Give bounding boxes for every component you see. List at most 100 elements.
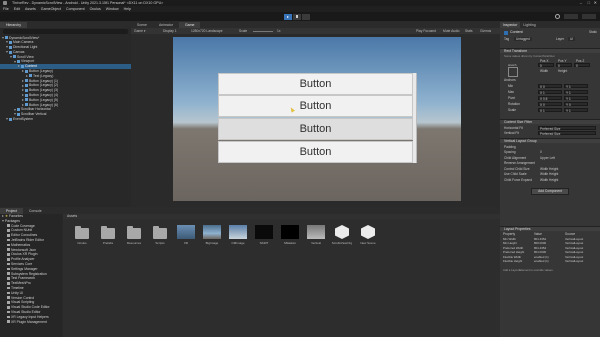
- asset-item[interactable]: Prefabs: [97, 225, 119, 245]
- stats-toggle[interactable]: Stats: [465, 29, 473, 33]
- asset-item[interactable]: BigImage: [201, 225, 223, 245]
- active-checkbox[interactable]: [504, 31, 508, 35]
- expand-icon[interactable]: [22, 98, 24, 101]
- image-thumbnail-icon: [177, 225, 195, 239]
- layout-props-title: Layout Properties: [504, 226, 531, 231]
- asset-item[interactable]: XR: [175, 225, 197, 245]
- asset-item[interactable]: ScrollsViewOrg: [331, 225, 353, 245]
- rect-field-x[interactable]: X 0.5: [538, 96, 562, 101]
- scale-slider[interactable]: [253, 30, 273, 32]
- game-button-2[interactable]: Button: [218, 95, 413, 117]
- rect-field-y[interactable]: Y 1: [564, 96, 588, 101]
- expand-icon[interactable]: [22, 103, 24, 106]
- hierarchy-item-label: Button (Legacy) (5): [29, 97, 59, 102]
- vlg-row-value[interactable]: Width Height: [540, 167, 558, 171]
- asset-item[interactable]: OMImage: [227, 225, 249, 245]
- menu-window[interactable]: Window: [106, 7, 119, 11]
- rect-field-y[interactable]: Y 1: [564, 84, 588, 89]
- asset-item[interactable]: New Scene: [357, 225, 379, 245]
- rect-field-x[interactable]: X 0: [538, 102, 562, 107]
- asset-item[interactable]: Resources: [123, 225, 145, 245]
- expand-icon[interactable]: [6, 46, 8, 49]
- asset-item[interactable]: Oculus: [71, 225, 93, 245]
- expand-icon[interactable]: [14, 60, 16, 63]
- image-thumbnail-icon: [255, 225, 273, 239]
- expand-icon[interactable]: [22, 94, 24, 97]
- rect-field-y[interactable]: Y 1: [564, 90, 588, 95]
- expand-icon[interactable]: [22, 84, 24, 87]
- pause-button[interactable]: [293, 13, 301, 20]
- expand-icon[interactable]: [14, 113, 16, 116]
- vlg-row-value[interactable]: Width Height: [540, 178, 558, 182]
- layer-dropdown[interactable]: UI: [568, 37, 576, 41]
- expand-icon[interactable]: [2, 36, 4, 39]
- rect-field-x[interactable]: X 0: [538, 84, 562, 89]
- display-dropdown[interactable]: Display 1: [163, 29, 177, 33]
- anchor-preset-icon[interactable]: [508, 67, 518, 77]
- package-label: Version Control: [11, 295, 35, 300]
- hierarchy-item[interactable]: EventSystem: [0, 117, 131, 122]
- layout-dropdown[interactable]: [582, 14, 596, 19]
- vlg-row-value[interactable]: 0: [540, 150, 542, 154]
- package-label: Newtonsoft Json: [11, 247, 37, 252]
- menu-help[interactable]: Help: [124, 7, 131, 11]
- package-item[interactable]: XR Plugin Management: [0, 320, 62, 325]
- game-button-4[interactable]: Button: [218, 141, 413, 163]
- folder-icon: [7, 224, 10, 227]
- expand-icon[interactable]: [18, 65, 20, 68]
- minimize-button[interactable]: –: [580, 0, 582, 5]
- add-component-button[interactable]: Add Component: [531, 187, 569, 195]
- tag-dropdown[interactable]: Untagged: [514, 37, 532, 41]
- menu-oculus[interactable]: Oculus: [90, 7, 101, 11]
- play-focused-dropdown[interactable]: Play Focused: [416, 29, 436, 33]
- expand-icon[interactable]: [22, 70, 24, 73]
- rect-field-x[interactable]: X 1: [538, 108, 562, 113]
- gameobject-icon: [25, 79, 28, 83]
- play-button[interactable]: [284, 13, 292, 20]
- game-button-1[interactable]: Button: [218, 73, 413, 95]
- expand-icon[interactable]: [22, 79, 24, 82]
- search-icon[interactable]: [555, 14, 560, 19]
- layers-dropdown[interactable]: [564, 14, 578, 19]
- layout-props-cell: enabled (1): [534, 259, 549, 264]
- step-button[interactable]: [302, 13, 310, 20]
- pos-x-field[interactable]: 0: [538, 63, 554, 68]
- vlg-row-value[interactable]: Upper Left: [540, 156, 555, 160]
- game-button-3[interactable]: Button: [218, 118, 413, 140]
- asset-item[interactable]: SKIRT: [253, 225, 275, 245]
- gizmos-dropdown[interactable]: Gizmos: [480, 29, 491, 33]
- expand-icon[interactable]: [22, 89, 24, 92]
- asset-item[interactable]: Scripts: [149, 225, 171, 245]
- asset-item[interactable]: SMaskim: [279, 225, 301, 245]
- expand-icon[interactable]: [10, 55, 12, 58]
- static-toggle[interactable]: Static: [589, 30, 597, 34]
- expand-icon[interactable]: [26, 74, 28, 77]
- expand-icon[interactable]: [14, 108, 16, 111]
- game-dropdown[interactable]: Game ▾: [134, 29, 146, 33]
- menu-gameobject[interactable]: GameObject: [41, 7, 61, 11]
- rect-field-y[interactable]: Y 0: [564, 102, 588, 107]
- object-name[interactable]: Content: [510, 30, 523, 34]
- aspect-dropdown[interactable]: 1280x720 Landscape: [191, 29, 223, 33]
- menu-component[interactable]: Component: [66, 7, 85, 11]
- pos-y-field[interactable]: 0: [556, 63, 572, 68]
- close-icon[interactable]: ✕: [594, 0, 597, 5]
- menu-edit[interactable]: Edit: [14, 7, 20, 11]
- breadcrumb-assets[interactable]: Assets: [67, 214, 77, 218]
- hierarchy-search[interactable]: [3, 29, 128, 34]
- maximize-button[interactable]: □: [588, 0, 590, 5]
- csf-dropdown[interactable]: Preferred Size: [538, 125, 596, 131]
- csf-dropdown[interactable]: Preferred Size: [538, 131, 596, 136]
- pos-z-field[interactable]: 0: [574, 63, 590, 68]
- vlg-row-value[interactable]: Width Height: [540, 172, 558, 176]
- expand-icon[interactable]: [6, 118, 8, 121]
- asset-item[interactable]: Vertical: [305, 225, 327, 245]
- mute-toggle[interactable]: Mute Audio: [443, 29, 460, 33]
- expand-icon[interactable]: [6, 51, 8, 53]
- rect-field-y[interactable]: Y 1: [564, 108, 588, 113]
- menu-assets[interactable]: Assets: [25, 7, 36, 11]
- rect-field-x[interactable]: X 1: [538, 90, 562, 95]
- expand-icon[interactable]: [6, 41, 8, 44]
- tab-hierarchy[interactable]: Hierarchy: [0, 22, 27, 28]
- menu-file[interactable]: File: [3, 7, 9, 11]
